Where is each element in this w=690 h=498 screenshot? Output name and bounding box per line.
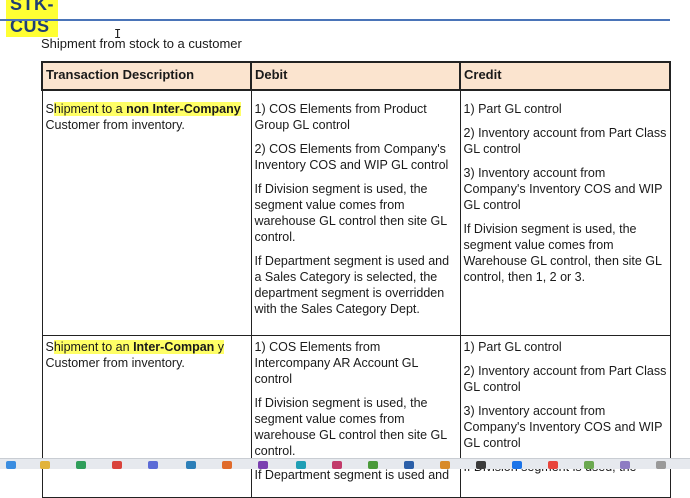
debit-line: If Division segment is used, the segment… [254,396,447,458]
debit-line: If Division segment is used, the segment… [254,182,447,244]
description-cell: Shipment to an Inter-Compan y Customer f… [41,335,252,498]
taskbar [0,458,690,469]
desc-highlight-text: hipment to an [53,340,134,354]
desc-highlight-text: hipment to a [53,102,127,116]
debit-cell: 1) COS Elements from Product Group GL co… [250,89,461,336]
desc-highlight: hipment to an Inter-Compan y [53,340,225,354]
credit-line: 3) Inventory account from Company's Inve… [463,166,663,212]
desc-tail: Customer from inventory. [45,356,185,370]
table-row: Shipment to a non Inter-Company Customer… [41,89,671,336]
desc-after-bold: y [214,340,225,354]
credit-line: If Division segment is used, the segment… [463,222,662,284]
header-transaction-description: Transaction Description [41,61,252,91]
gl-table: Transaction Description Debit Credit Shi… [41,61,671,498]
debit-line: 2) COS Elements from Company's Inventory… [254,142,449,172]
intro-text: Shipment from stock to a customer [41,36,242,51]
credit-cell: 1) Part GL control 2) Inventory account … [459,335,671,498]
credit-cell: 1) Part GL control 2) Inventory account … [459,89,671,336]
desc-tail: Customer from inventory. [45,118,185,132]
table-header-row: Transaction Description Debit Credit [41,61,671,91]
credit-line: 2) Inventory account from Part Class GL … [463,126,667,156]
debit-cell: 1) COS Elements from Intercompany AR Acc… [250,335,461,498]
debit-line: 1) COS Elements from Product Group GL co… [254,102,427,132]
credit-line: 2) Inventory account from Part Class GL … [463,364,667,394]
debit-line: If Department segment is used and a Sale… [254,254,450,316]
credit-line: 1) Part GL control [463,102,562,116]
header-credit: Credit [459,61,671,91]
description-cell: Shipment to a non Inter-Company Customer… [41,89,252,336]
desc-highlight: hipment to a non Inter-Company [53,102,241,116]
desc-pre: S [45,340,54,354]
desc-pre: S [45,102,54,116]
desc-bold: non Inter-Company [126,102,241,116]
credit-line: 1) Part GL control [463,340,562,354]
debit-line: 1) COS Elements from Intercompany AR Acc… [254,340,419,386]
header-debit: Debit [250,61,461,91]
heading-rule [0,19,670,21]
credit-line: 3) Inventory account from Company's Inve… [463,404,663,450]
table-row: Shipment to an Inter-Compan y Customer f… [41,335,671,498]
desc-bold: Inter-Compan [133,340,215,354]
debit-line: If Department segment is used and [254,468,450,482]
